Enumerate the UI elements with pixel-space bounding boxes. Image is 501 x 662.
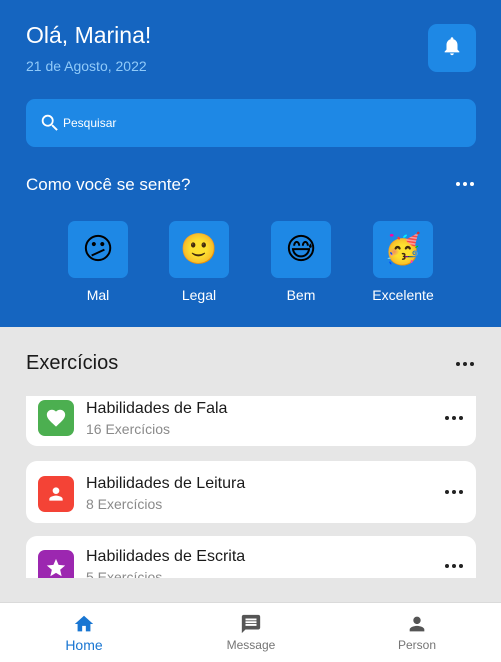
exercise-list: Habilidades de Fala 16 Exercícios Habili… [0, 396, 501, 578]
date-label: 21 de Agosto, 2022 [26, 58, 147, 74]
mood-label: Mal [86, 287, 110, 303]
search-icon [39, 112, 61, 134]
mood-bem[interactable]: 😅 Bem [261, 221, 341, 303]
confused-face-icon: 😕 [68, 221, 128, 278]
bottom-navigation: Home Message Person [0, 602, 501, 662]
exercise-more-icon[interactable] [445, 416, 463, 420]
smile-face-icon: 🙂 [169, 221, 229, 278]
mood-label: Legal [181, 287, 217, 303]
mood-excelente[interactable]: 🥳 Excelente [363, 221, 443, 303]
home-icon [24, 613, 144, 635]
nav-label: Home [65, 637, 103, 653]
message-icon [191, 613, 311, 635]
exercise-count: 8 Exercícios [86, 496, 163, 512]
exercise-card-leitura[interactable]: Habilidades de Leitura 8 Exercícios [26, 461, 476, 523]
sweat-smile-icon: 😅 [271, 221, 331, 278]
mood-more-icon[interactable] [456, 182, 474, 186]
exercises-more-icon[interactable] [456, 362, 474, 366]
exercise-more-icon[interactable] [445, 490, 463, 494]
mood-mal[interactable]: 😕 Mal [58, 221, 138, 303]
exercise-count: 16 Exercícios [86, 421, 171, 437]
mood-label: Bem [286, 287, 316, 303]
nav-label: Message [226, 638, 276, 652]
notification-button[interactable] [428, 24, 476, 72]
nav-item-home[interactable]: Home [24, 613, 144, 653]
greeting-title: Olá, Marina! [26, 22, 152, 48]
heart-icon [38, 400, 74, 436]
search-bar[interactable]: Pesquisar [26, 99, 476, 147]
mood-section-title: Como você se sente? [26, 175, 191, 194]
exercise-card-escrita[interactable]: Habilidades de Escrita 5 Exercícios [26, 536, 476, 578]
exercise-name: Habilidades de Fala [86, 400, 228, 417]
nav-label: Person [397, 638, 437, 652]
bell-icon [441, 35, 463, 62]
header: Olá, Marina! 21 de Agosto, 2022 Pesquisa… [0, 0, 501, 327]
mood-legal[interactable]: 🙂 Legal [159, 221, 239, 303]
person-icon [38, 476, 74, 512]
mood-label: Excelente [372, 287, 434, 303]
nav-item-person[interactable]: Person [357, 613, 477, 652]
exercise-count: 5 Exercícios [86, 569, 163, 578]
party-face-icon: 🥳 [373, 221, 433, 278]
nav-item-message[interactable]: Message [191, 613, 311, 652]
person-icon [357, 613, 477, 635]
search-input[interactable]: Pesquisar [63, 116, 116, 130]
exercise-more-icon[interactable] [445, 564, 463, 568]
star-icon [38, 550, 74, 578]
exercise-name: Habilidades de Escrita [86, 548, 246, 565]
exercises-title: Exercícios [26, 352, 119, 374]
exercise-name: Habilidades de Leitura [86, 475, 246, 492]
exercise-card-fala[interactable]: Habilidades de Fala 16 Exercícios [26, 396, 476, 446]
